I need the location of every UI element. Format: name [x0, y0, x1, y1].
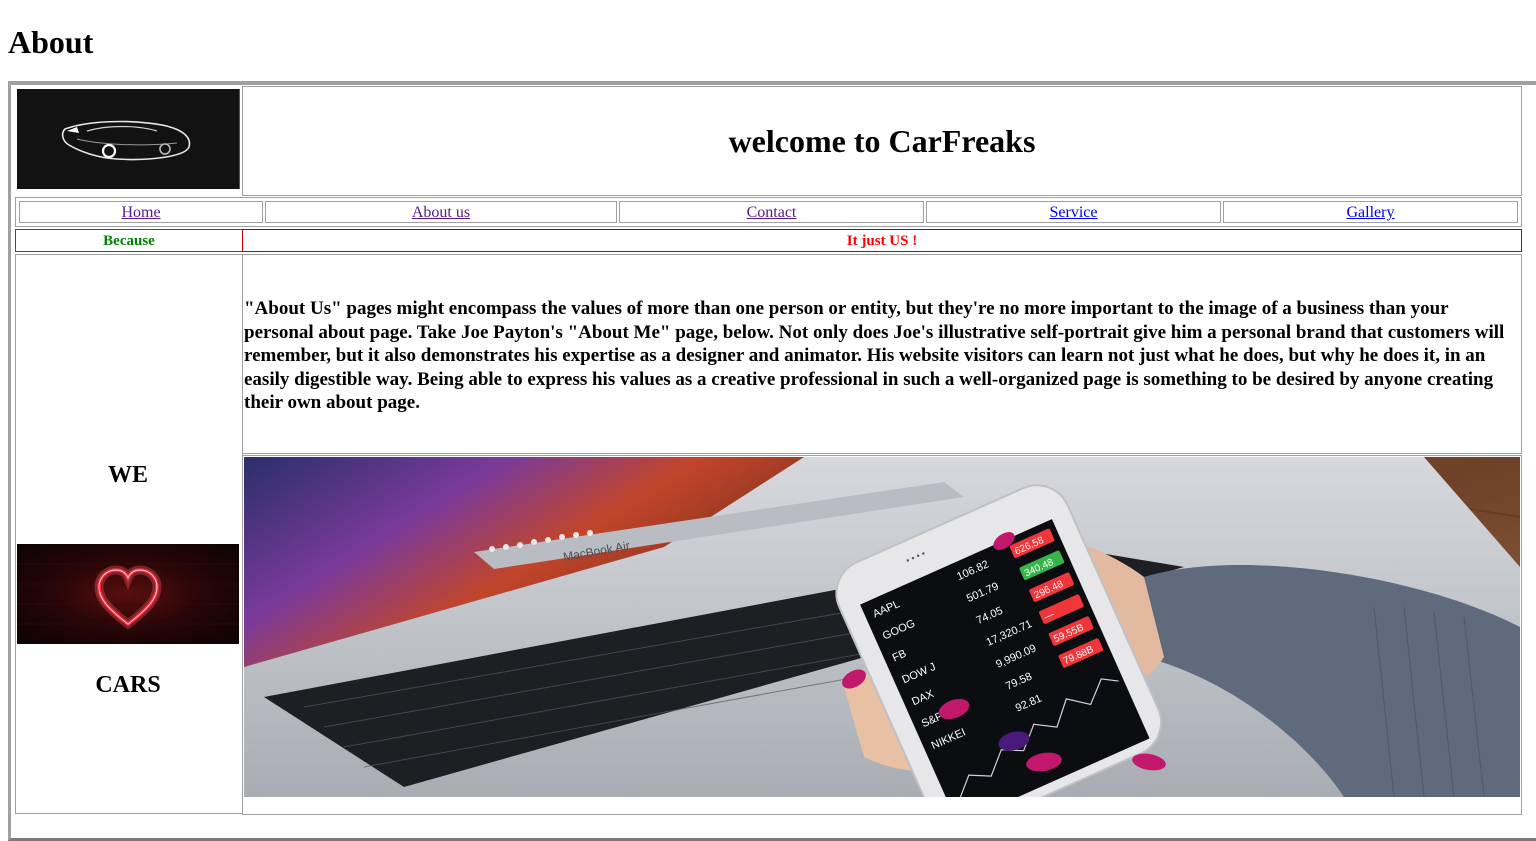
welcome-heading: welcome to CarFreaks: [728, 122, 1036, 159]
nav-cell-gallery: Gallery: [1223, 201, 1518, 223]
tagline-left: Because: [15, 229, 243, 252]
neon-heart-icon: [17, 544, 239, 644]
page-title: About: [8, 24, 94, 60]
laptop-phone-photo: MacBook Air AAPL 106.82 626.58 GOOG 501.79 34…: [244, 457, 1520, 797]
nav-link-about[interactable]: About us: [412, 204, 470, 221]
welcome-banner: welcome to CarFreaks: [242, 86, 1522, 196]
sidebar-word-cars: CARS: [95, 672, 161, 698]
nav-link-contact[interactable]: Contact: [747, 204, 797, 221]
sidebar-column: [15, 254, 243, 814]
nav-link-service[interactable]: Service: [1050, 204, 1098, 221]
nav-cell-contact: Contact: [619, 201, 924, 223]
sidebar-word-we: WE: [107, 462, 148, 488]
nav-link-home[interactable]: Home: [121, 204, 160, 221]
nav-link-gallery[interactable]: Gallery: [1347, 204, 1395, 221]
nav-cell-home: Home: [19, 201, 263, 223]
tagline-right: It just US !: [242, 229, 1522, 252]
about-paragraph: "About Us" pages might encompass the val…: [244, 298, 1505, 413]
nav-cell-service: Service: [926, 201, 1221, 223]
nav-cell-about: About us: [265, 201, 617, 223]
car-logo-icon: [17, 89, 240, 189]
